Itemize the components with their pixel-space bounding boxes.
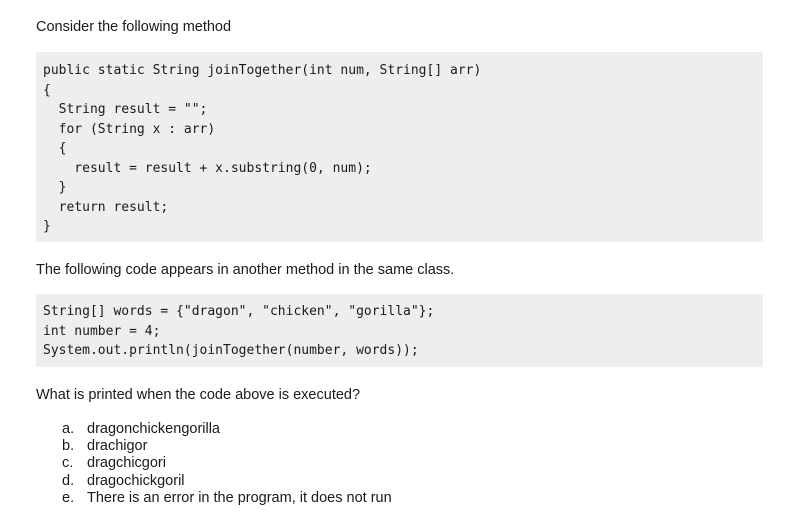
option-letter: c. (62, 455, 74, 472)
code-line: int number = 4; (43, 323, 161, 339)
option-e: e. There is an error in the program, it d… (62, 490, 392, 507)
option-d: d. dragochickgoril (62, 473, 392, 490)
code-line: } (43, 180, 67, 195)
option-text: dragochickgoril (87, 472, 185, 489)
option-c: c. dragchicgori (62, 455, 392, 472)
option-text: There is an error in the program, it doe… (87, 489, 392, 506)
second-intro-text: The following code appears in another me… (36, 262, 455, 278)
option-text: dragchicgori (87, 455, 166, 472)
code-line: System.out.println(joinTogether(number, … (43, 343, 419, 358)
option-text: drachigor (87, 438, 148, 455)
code-line: } (43, 219, 51, 234)
answer-options: a. dragonchickengorilla b. drachigor c. dra… (62, 421, 392, 507)
code-line: String result = ""; (43, 102, 208, 117)
code-line: public static String joinTogether(int nu… (43, 63, 482, 78)
code-line: { (43, 141, 67, 156)
option-letter: d. (62, 472, 75, 489)
option-letter: a. (62, 421, 75, 437)
option-letter: b. (62, 438, 75, 455)
code-line: String[] words = {"dragon", "chicken", "… (43, 304, 435, 319)
option-b: b. drachigor (62, 438, 392, 455)
option-text: dragonchickengorilla (87, 421, 220, 437)
method-code-block: public static String joinTogether(int nu… (36, 52, 763, 242)
question-text: What is printed when the code above is e… (36, 387, 361, 403)
call-code-block: String[] words = {"dragon", "chicken", "… (36, 294, 763, 367)
code-line: return result; (43, 199, 169, 215)
code-line: for (String x : arr) (43, 121, 216, 137)
code-line: result = result + x.substring(0, num); (43, 160, 372, 176)
option-a: a. dragonchickengorilla (62, 421, 392, 438)
intro-text: Consider the following method (36, 19, 232, 35)
code-line: { (43, 82, 51, 98)
option-letter: e. (62, 489, 75, 506)
